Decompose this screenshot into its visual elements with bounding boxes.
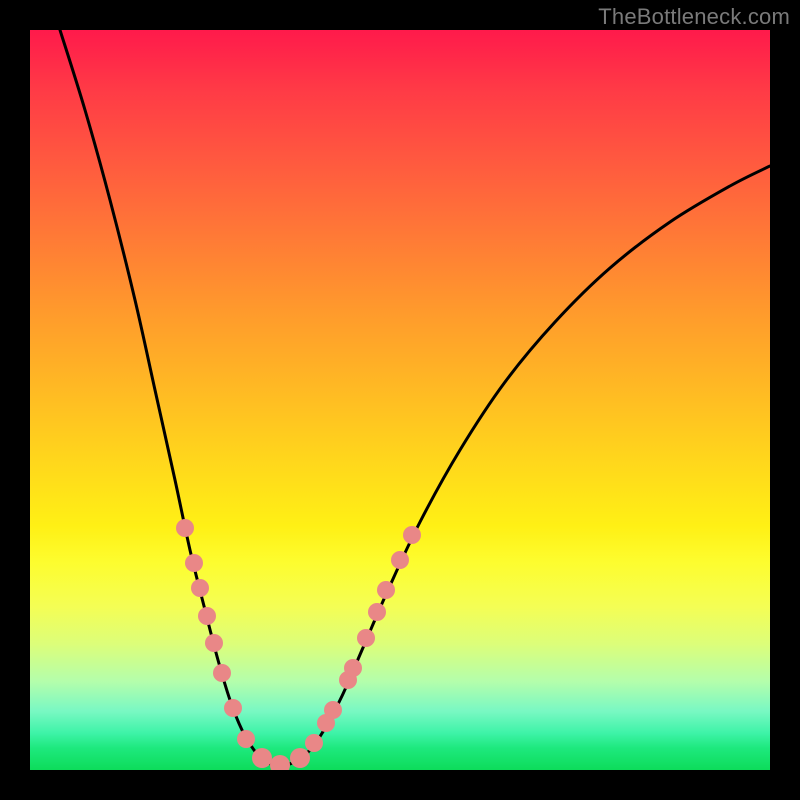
data-marker [290, 748, 310, 768]
data-marker [252, 748, 272, 768]
data-marker [213, 664, 231, 682]
data-marker [185, 554, 203, 572]
data-marker [191, 579, 209, 597]
data-marker [324, 701, 342, 719]
chart-frame: TheBottleneck.com [0, 0, 800, 800]
data-marker [377, 581, 395, 599]
data-marker [198, 607, 216, 625]
data-marker [403, 526, 421, 544]
data-marker [344, 659, 362, 677]
data-marker [205, 634, 223, 652]
data-marker [368, 603, 386, 621]
data-marker [224, 699, 242, 717]
data-marker [176, 519, 194, 537]
data-marker [270, 755, 290, 770]
curve-svg [30, 30, 770, 770]
bottleneck-curve [60, 30, 770, 766]
data-marker [305, 734, 323, 752]
watermark-text: TheBottleneck.com [598, 4, 790, 30]
data-marker [357, 629, 375, 647]
data-marker [391, 551, 409, 569]
data-markers [176, 519, 421, 770]
plot-area [30, 30, 770, 770]
data-marker [237, 730, 255, 748]
